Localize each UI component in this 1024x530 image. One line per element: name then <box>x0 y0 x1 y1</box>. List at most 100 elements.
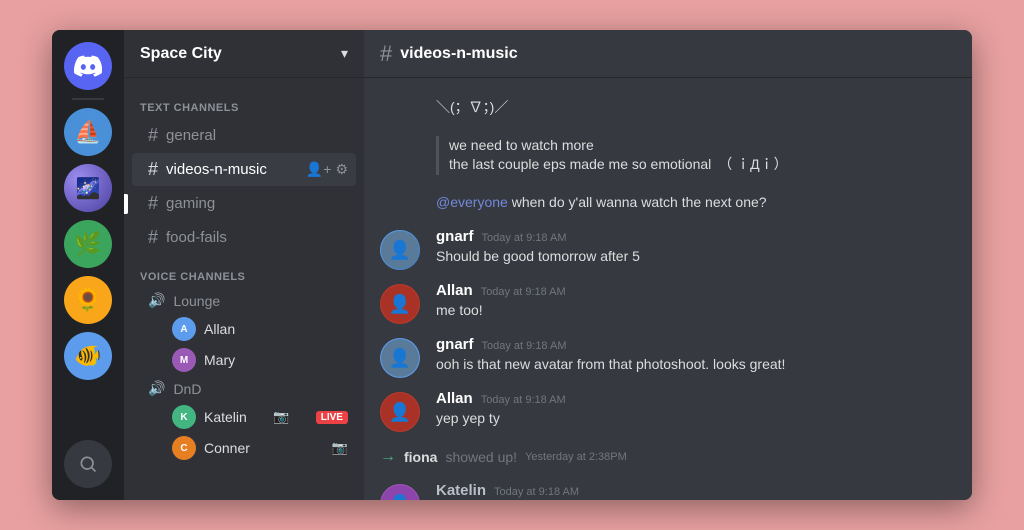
channel-name-gaming: gaming <box>166 195 215 212</box>
hash-icon: # <box>148 125 158 146</box>
message-group-allan-1: 👤 Allan Today at 9:18 AM me too! <box>364 278 972 328</box>
avatar-katelin: K <box>172 405 196 429</box>
msg-everyone-text: @everyone when do y'all wanna watch the … <box>436 193 956 213</box>
main-chat: # videos-n-music ＼(；∇；)／ we need to watc… <box>364 30 972 500</box>
msg-content-gnarf-1: gnarf Today at 9:18 AM Should be good to… <box>436 228 956 270</box>
camera-icon-conner: 📷 <box>332 440 348 456</box>
avatar-allan-msg-2: 👤 <box>380 392 420 432</box>
live-badge-katelin: LIVE <box>316 411 348 424</box>
chat-channel-name: videos-n-music <box>400 45 517 63</box>
msg-username-gnarf-1: gnarf <box>436 228 474 245</box>
chat-header: # videos-n-music <box>364 30 972 78</box>
avatar-gnarf-1: 👤 <box>380 230 420 270</box>
voice-channel-name-dnd: DnD <box>173 381 201 397</box>
msg-username-katelin: Katelin <box>436 482 486 499</box>
voice-user-mary[interactable]: M Mary <box>132 345 356 375</box>
channel-list: Text Channels # general # videos-n-music… <box>124 78 364 500</box>
message-group-gnarf-1: 👤 gnarf Today at 9:18 AM Should be good … <box>364 224 972 274</box>
msg-text-kaomoji: ＼(；∇；)／ <box>436 98 956 118</box>
message-group-katelin: 👤 Katelin Today at 9:18 AM wanna start a… <box>364 478 972 500</box>
server-dropdown-icon: ▾ <box>341 45 348 62</box>
msg-timestamp-allan-1: Today at 9:18 AM <box>481 286 566 298</box>
server-icon-fish[interactable]: 🐠 <box>64 332 112 380</box>
msg-username-allan-1: Allan <box>436 282 473 299</box>
hash-icon: # <box>148 227 158 248</box>
channel-action-icons: 👤+ ⚙ <box>306 161 348 178</box>
text-channels-category: Text Channels <box>124 86 364 118</box>
server-icon-sun[interactable]: 🌻 <box>64 276 112 324</box>
msg-content-gnarf-2: gnarf Today at 9:18 AM ooh is that new a… <box>436 336 956 378</box>
server-header[interactable]: Space City ▾ <box>124 30 364 78</box>
voice-user-allan[interactable]: A Allan <box>132 314 356 344</box>
avatar-conner: C <box>172 436 196 460</box>
msg-text-gnarf-1: Should be good tomorrow after 5 <box>436 247 956 267</box>
channel-name-general: general <box>166 127 216 144</box>
speaker-icon: 🔊 <box>148 292 165 309</box>
voice-username-allan: Allan <box>204 321 235 337</box>
server-divider <box>72 98 104 100</box>
avatar-gnarf-2: 👤 <box>380 338 420 378</box>
channel-general[interactable]: # general <box>132 119 356 152</box>
msg-timestamp-gnarf-1: Today at 9:18 AM <box>482 232 567 244</box>
server-name: Space City <box>140 45 222 63</box>
system-timestamp-fiona: Yesterday at 2:38PM <box>525 451 627 463</box>
channel-food-fails[interactable]: # food-fails <box>132 221 356 254</box>
speaker-icon-dnd: 🔊 <box>148 380 165 397</box>
server-icon-home[interactable] <box>64 42 112 90</box>
system-action-fiona: showed up! <box>445 449 517 465</box>
app-window: ⛵ 🌌 🌿 🌻 🐠 Space City ▾ Text Channels # g… <box>52 30 972 500</box>
voice-user-katelin[interactable]: K Katelin 📷 LIVE <box>132 402 356 432</box>
message-group-gnarf-2: 👤 gnarf Today at 9:18 AM ooh is that new… <box>364 332 972 382</box>
msg-quoted-line2: the last couple eps made me so emotional… <box>449 155 956 175</box>
msg-timestamp-allan-2: Today at 9:18 AM <box>481 394 566 406</box>
message-group-allan-2: 👤 Allan Today at 9:18 AM yep yep ty <box>364 386 972 436</box>
system-arrow-icon: → <box>380 448 396 466</box>
messages-area: ＼(；∇；)／ we need to watch more the last c… <box>364 78 972 500</box>
system-username-fiona: fiona <box>404 449 437 465</box>
channel-hash-icon: # <box>380 41 392 67</box>
camera-icon-katelin: 📷 <box>273 409 289 425</box>
msg-username-allan-2: Allan <box>436 390 473 407</box>
server-icon-boat[interactable]: ⛵ <box>64 108 112 156</box>
avatar-allan-msg: 👤 <box>380 284 420 324</box>
text-channels-label: Text Channels <box>140 102 239 114</box>
channel-name-food-fails: food-fails <box>166 229 227 246</box>
msg-timestamp-gnarf-2: Today at 9:18 AM <box>482 340 567 352</box>
voice-user-conner[interactable]: C Conner 📷 <box>132 433 356 463</box>
msg-header-gnarf-1: gnarf Today at 9:18 AM <box>436 228 956 245</box>
msg-header-gnarf-2: gnarf Today at 9:18 AM <box>436 336 956 353</box>
message-group-continuation: ＼(；∇；)／ we need to watch more the last c… <box>364 94 972 216</box>
system-message-fiona: → fiona showed up! Yesterday at 2:38PM <box>364 444 972 470</box>
msg-content-katelin: Katelin Today at 9:18 AM wanna start a l… <box>436 482 956 500</box>
mention-everyone: @everyone <box>436 194 508 210</box>
voice-channel-dnd[interactable]: 🔊 DnD <box>132 376 356 401</box>
hash-icon: # <box>148 159 158 180</box>
msg-header-allan-1: Allan Today at 9:18 AM <box>436 282 956 299</box>
msg-header-allan-2: Allan Today at 9:18 AM <box>436 390 956 407</box>
settings-icon[interactable]: ⚙ <box>335 161 348 178</box>
voice-username-katelin: Katelin <box>204 409 247 425</box>
avatar-allan: A <box>172 317 196 341</box>
msg-text-gnarf-2: ooh is that new avatar from that photosh… <box>436 355 956 375</box>
voice-channels-label: Voice Channels <box>140 271 245 283</box>
avatar-katelin-msg: 👤 <box>380 484 420 500</box>
server-sidebar: ⛵ 🌌 🌿 🌻 🐠 <box>52 30 124 500</box>
voice-channel-lounge[interactable]: 🔊 Lounge <box>132 288 356 313</box>
msg-content-allan-2: Allan Today at 9:18 AM yep yep ty <box>436 390 956 432</box>
search-server-button[interactable] <box>64 440 112 488</box>
msg-quoted-line1: we need to watch more <box>449 136 956 156</box>
channel-gaming[interactable]: # gaming <box>132 187 356 220</box>
channel-videos-n-music[interactable]: # videos-n-music 👤+ ⚙ <box>132 153 356 186</box>
voice-channel-name-lounge: Lounge <box>173 293 220 309</box>
channel-sidebar: Space City ▾ Text Channels # general # v… <box>124 30 364 500</box>
msg-content-allan-1: Allan Today at 9:18 AM me too! <box>436 282 956 324</box>
msg-text-allan-1: me too! <box>436 301 956 321</box>
hash-icon: # <box>148 193 158 214</box>
server-icon-leaf[interactable]: 🌿 <box>64 220 112 268</box>
msg-header-katelin: Katelin Today at 9:18 AM <box>436 482 956 499</box>
msg-timestamp-katelin: Today at 9:18 AM <box>494 486 579 498</box>
voice-username-conner: Conner <box>204 440 250 456</box>
voice-username-mary: Mary <box>204 352 235 368</box>
add-member-icon[interactable]: 👤+ <box>306 161 332 178</box>
server-icon-astro[interactable]: 🌌 <box>64 164 112 212</box>
